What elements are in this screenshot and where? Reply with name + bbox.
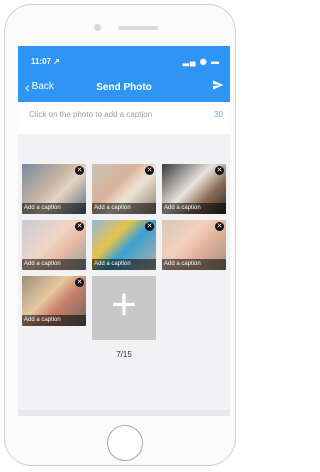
caption-placeholder: Click on the photo to add a caption xyxy=(29,110,153,119)
photo-caption: Add a caption xyxy=(22,203,86,214)
status-icons: ▂▄ ◉ ▬ xyxy=(182,57,220,66)
speaker-grille xyxy=(118,26,158,30)
app-screen: 11:07 ↗ ▂▄ ◉ ▬ ‹ Back Send Photo Click o… xyxy=(18,46,230,416)
photo-tile[interactable]: ✕ Add a caption xyxy=(22,164,86,214)
photo-tile[interactable]: ✕ Add a caption xyxy=(22,220,86,270)
photo-counter: 7/15 xyxy=(116,350,132,359)
plus-icon: + xyxy=(111,280,137,329)
add-photo-button[interactable]: + xyxy=(92,276,156,340)
remove-icon[interactable]: ✕ xyxy=(145,166,154,175)
home-button[interactable] xyxy=(107,425,143,461)
bottom-panel-edge xyxy=(18,410,230,416)
remove-icon[interactable]: ✕ xyxy=(215,166,224,175)
photo-tile[interactable]: ✕ Add a caption xyxy=(92,220,156,270)
photo-tile[interactable]: ✕ Add a caption xyxy=(162,220,226,270)
remove-icon[interactable]: ✕ xyxy=(215,222,224,231)
caption-field[interactable]: Click on the photo to add a caption 30 xyxy=(18,102,230,134)
photo-caption: Add a caption xyxy=(162,203,226,214)
photo-area: ✕ Add a caption ✕ Add a caption ✕ Add a … xyxy=(18,134,230,416)
photo-caption: Add a caption xyxy=(162,259,226,270)
photo-caption: Add a caption xyxy=(22,315,86,326)
photo-tile[interactable]: ✕ Add a caption xyxy=(92,164,156,214)
photo-tile[interactable]: ✕ Add a caption xyxy=(22,276,86,326)
photo-caption: Add a caption xyxy=(92,259,156,270)
send-icon-svg xyxy=(213,80,224,90)
caption-char-count: 30 xyxy=(214,110,223,119)
nav-bar: 11:07 ↗ ▂▄ ◉ ▬ ‹ Back Send Photo xyxy=(18,46,230,102)
photo-caption: Add a caption xyxy=(22,259,86,270)
page-title: Send Photo xyxy=(96,82,152,93)
remove-icon[interactable]: ✕ xyxy=(75,166,84,175)
photo-tile[interactable]: ✕ Add a caption xyxy=(162,164,226,214)
status-time: 11:07 ↗ xyxy=(31,57,60,66)
remove-icon[interactable]: ✕ xyxy=(145,222,154,231)
send-icon[interactable] xyxy=(212,79,224,94)
front-camera xyxy=(94,24,101,31)
photo-caption: Add a caption xyxy=(92,203,156,214)
remove-icon[interactable]: ✕ xyxy=(75,278,84,287)
remove-icon[interactable]: ✕ xyxy=(75,222,84,231)
